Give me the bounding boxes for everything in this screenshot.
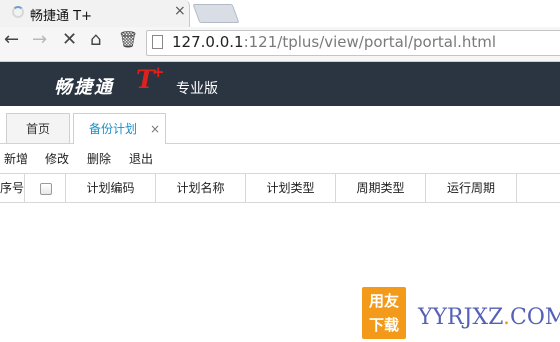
browser-tab-title: 畅捷通 T+ (30, 9, 92, 24)
url-text[interactable]: 127.0.0.1:121/tplus/view/portal/portal.h… (172, 33, 496, 51)
col-plan-name[interactable]: 计划名称 (156, 174, 246, 202)
back-arrow-icon[interactable]: ← (4, 30, 19, 50)
col-cycle-type[interactable]: 周期类型 (336, 174, 426, 202)
forward-arrow-icon[interactable]: → (32, 30, 47, 50)
add-button[interactable]: 新增 (4, 150, 28, 167)
col-plan-type[interactable]: 计划类型 (246, 174, 336, 202)
url-host: 127.0.0.1 (172, 33, 244, 51)
trash-icon[interactable]: 🗑 (118, 30, 138, 50)
col-run-cycle[interactable]: 运行周期 (426, 174, 517, 202)
watermark-url-main: YYRJXZ (418, 305, 503, 330)
tab-backup-plan-label: 备份计划 (89, 122, 138, 136)
delete-button[interactable]: 删除 (87, 150, 111, 167)
logo-text: 畅捷通 (54, 77, 114, 98)
page-icon (152, 35, 163, 49)
watermark-url: YYRJXZ.COM (418, 305, 560, 330)
tab-close-icon[interactable]: × (150, 114, 160, 144)
col-index: 序号 (0, 174, 25, 202)
select-all-checkbox[interactable] (40, 183, 52, 195)
tab-backup-plan[interactable]: 备份计划 × (73, 113, 166, 144)
exit-button[interactable]: 退出 (129, 150, 153, 167)
stop-icon[interactable]: ✕ (62, 30, 77, 50)
browser-tab-close-icon[interactable]: × (174, 3, 186, 19)
logo-plus: + (152, 63, 165, 81)
tab-home[interactable]: 首页 (6, 113, 70, 143)
home-icon[interactable]: ⌂ (90, 30, 101, 50)
edit-button[interactable]: 修改 (45, 150, 69, 167)
logo-edition: 专业版 (176, 81, 218, 97)
watermark-logo-text: 用友下载 (368, 292, 399, 334)
watermark-url-tld: COM (510, 305, 560, 330)
loading-spinner-icon (12, 6, 24, 18)
browser-tab[interactable] (0, 0, 190, 27)
col-plan-code[interactable]: 计划编码 (66, 174, 156, 202)
url-path: :121/tplus/view/portal/portal.html (243, 33, 497, 51)
watermark-url-dot: . (503, 305, 510, 330)
new-tab-button[interactable] (192, 4, 240, 23)
